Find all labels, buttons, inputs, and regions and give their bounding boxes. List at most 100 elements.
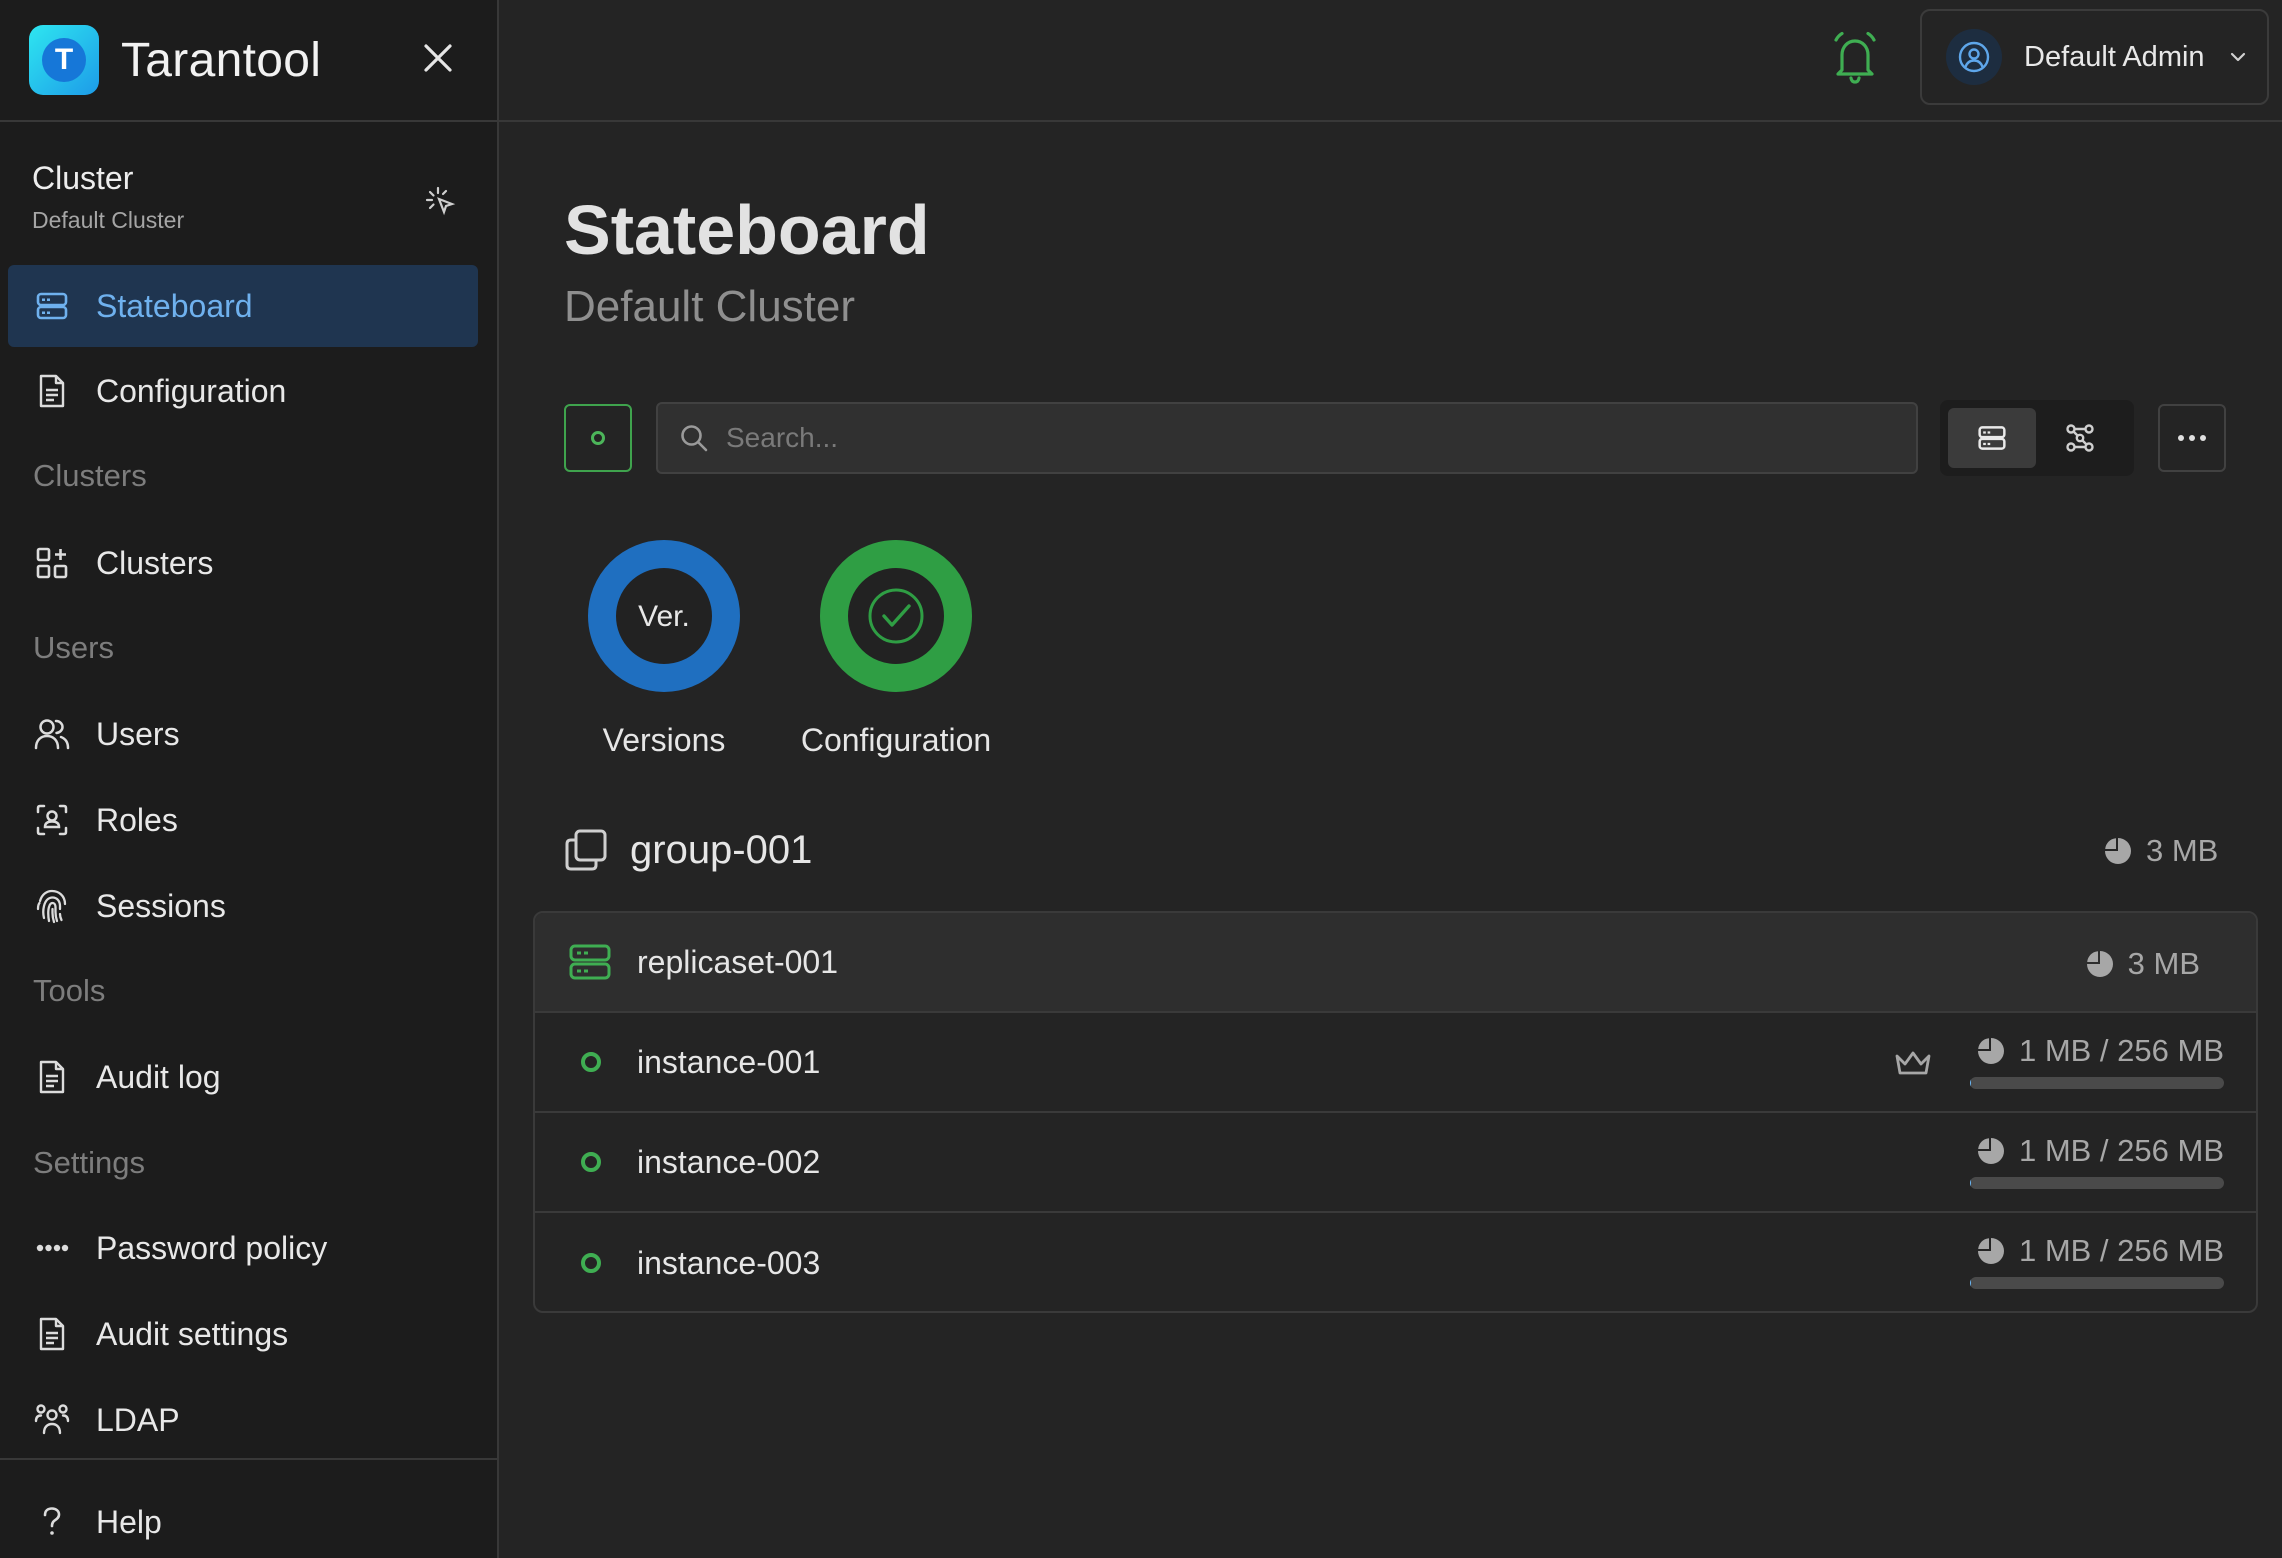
instance-name: instance-002 xyxy=(637,1143,821,1180)
replicaset-size: 3 MB xyxy=(2086,946,2200,982)
notification-bell-icon[interactable] xyxy=(1830,30,1880,86)
sidebar: T Tarantool Cluster Default Cluster Stat… xyxy=(0,0,499,1558)
instance-name: instance-003 xyxy=(637,1244,821,1281)
sidebar-item-label: Roles xyxy=(96,801,178,838)
tarantool-logo[interactable]: T xyxy=(29,25,99,95)
sidebar-item-roles[interactable]: Roles xyxy=(8,779,478,861)
status-filter-button[interactable] xyxy=(564,404,632,472)
status-dot-icon xyxy=(581,1152,601,1172)
view-mode-toggle xyxy=(1940,400,2134,476)
memory-usage-bar xyxy=(1970,1077,2224,1089)
memory-usage-fill xyxy=(1970,1077,1972,1089)
memory-usage-text: 1 MB / 256 MB xyxy=(2018,1233,2224,1268)
sidebar-item-ldap[interactable]: LDAP xyxy=(8,1379,478,1461)
brand-name: Tarantool xyxy=(121,33,322,87)
more-options-button[interactable] xyxy=(2158,404,2226,472)
status-dot-icon xyxy=(581,1052,601,1072)
pie-chart-icon xyxy=(1977,1238,2004,1264)
password-dots-icon xyxy=(34,1230,70,1266)
server-stack-icon xyxy=(34,288,70,324)
sidebar-item-audit-log[interactable]: Audit log xyxy=(8,1036,478,1118)
versions-status-ring[interactable]: Ver. xyxy=(588,540,740,692)
sidebar-item-label: Configuration xyxy=(96,372,287,409)
instance-row[interactable]: instance-001 1 MB / 256 MB xyxy=(535,1013,2256,1113)
document-icon xyxy=(34,1059,70,1095)
memory-usage-fill xyxy=(1970,1277,1972,1289)
section-users-heading: Users xyxy=(33,630,114,665)
search-input[interactable] xyxy=(726,422,1906,454)
cluster-switch-icon[interactable] xyxy=(424,184,458,218)
replicaset-name: replicaset-001 xyxy=(637,943,838,980)
sidebar-item-sessions[interactable]: Sessions xyxy=(8,865,478,947)
user-circle-icon xyxy=(1958,41,1990,73)
memory-usage-bar xyxy=(1970,1277,2224,1289)
chevron-down-icon xyxy=(2230,52,2245,62)
document-icon xyxy=(34,1316,70,1352)
server-stack-icon xyxy=(569,944,611,980)
replicaset-size-text: 3 MB xyxy=(2127,946,2200,981)
status-dot-icon xyxy=(581,1253,601,1273)
section-clusters-heading: Clusters xyxy=(33,458,147,493)
instance-row[interactable]: instance-003 1 MB / 256 MB xyxy=(535,1213,2256,1311)
users-icon xyxy=(34,716,70,752)
status-dot-icon xyxy=(591,431,605,445)
cluster-name: Default Cluster xyxy=(32,207,185,233)
pie-chart-icon xyxy=(2086,951,2113,977)
server-stack-icon xyxy=(1978,426,2006,450)
replicaset-header[interactable]: replicaset-001 3 MB xyxy=(535,913,2256,1013)
topology-view-button[interactable] xyxy=(2036,408,2124,468)
replicaset-card: replicaset-001 3 MB instance-001 1 MB / … xyxy=(533,911,2258,1313)
memory-usage-text: 1 MB / 256 MB xyxy=(2018,1133,2224,1168)
sidebar-item-label: LDAP xyxy=(96,1401,180,1438)
grid-plus-icon xyxy=(34,545,70,581)
instance-memory: 1 MB / 256 MB xyxy=(1970,1133,2224,1189)
instance-memory: 1 MB / 256 MB xyxy=(1970,1233,2224,1289)
copy-group-icon xyxy=(565,829,607,871)
list-view-button[interactable] xyxy=(1948,408,2036,468)
sidebar-item-label: Audit log xyxy=(96,1058,221,1095)
sidebar-item-password-policy[interactable]: Password policy xyxy=(8,1207,478,1289)
sidebar-item-audit-settings[interactable]: Audit settings xyxy=(8,1293,478,1375)
sidebar-item-label: Sessions xyxy=(96,887,226,924)
sidebar-item-clusters[interactable]: Clusters xyxy=(8,522,478,604)
configuration-status-ring[interactable] xyxy=(820,540,972,692)
app-root: T Tarantool Cluster Default Cluster Stat… xyxy=(0,0,2282,1558)
topology-graph-icon xyxy=(2066,424,2094,452)
close-sidebar-icon[interactable] xyxy=(418,38,458,78)
cluster-selector[interactable]: Cluster Default Cluster xyxy=(32,160,472,242)
fingerprint-icon xyxy=(34,888,70,924)
page-subtitle: Default Cluster xyxy=(564,282,856,331)
group-size: 3 MB xyxy=(2104,833,2218,869)
versions-label: Versions xyxy=(602,722,726,758)
memory-usage-text: 1 MB / 256 MB xyxy=(2018,1033,2224,1068)
logo-letter: T xyxy=(42,38,86,82)
sidebar-item-label: Stateboard xyxy=(96,287,253,324)
crown-leader-icon xyxy=(1895,1051,1931,1075)
sidebar-footer xyxy=(0,1458,497,1460)
instance-name: instance-001 xyxy=(637,1043,821,1080)
sidebar-item-configuration[interactable]: Configuration xyxy=(8,350,478,432)
user-group-icon xyxy=(34,1402,70,1438)
user-avatar xyxy=(1946,29,2002,85)
id-badge-icon xyxy=(34,802,70,838)
sidebar-item-users[interactable]: Users xyxy=(8,693,478,775)
instance-row[interactable]: instance-002 1 MB / 256 MB xyxy=(535,1113,2256,1213)
instance-memory: 1 MB / 256 MB xyxy=(1970,1033,2224,1089)
pie-chart-icon xyxy=(2105,838,2131,864)
memory-usage-fill xyxy=(1970,1177,1972,1189)
user-name: Default Admin xyxy=(2024,40,2205,73)
cluster-title: Cluster xyxy=(32,160,134,196)
sidebar-item-help[interactable]: Help xyxy=(8,1481,478,1558)
brand-header: T Tarantool xyxy=(0,0,497,122)
section-tools-heading: Tools xyxy=(33,973,106,1008)
pie-chart-icon xyxy=(1977,1038,2004,1064)
sidebar-item-stateboard[interactable]: Stateboard xyxy=(8,265,478,347)
group-name: group-001 xyxy=(630,827,813,872)
group-header[interactable]: group-001 xyxy=(564,822,2226,878)
pie-chart-icon xyxy=(1977,1138,2004,1164)
search-bar xyxy=(656,402,1918,474)
group-size-text: 3 MB xyxy=(2146,833,2219,868)
question-icon xyxy=(34,1504,70,1540)
page-title: Stateboard xyxy=(564,191,930,269)
user-menu-button[interactable]: Default Admin xyxy=(1920,9,2269,105)
